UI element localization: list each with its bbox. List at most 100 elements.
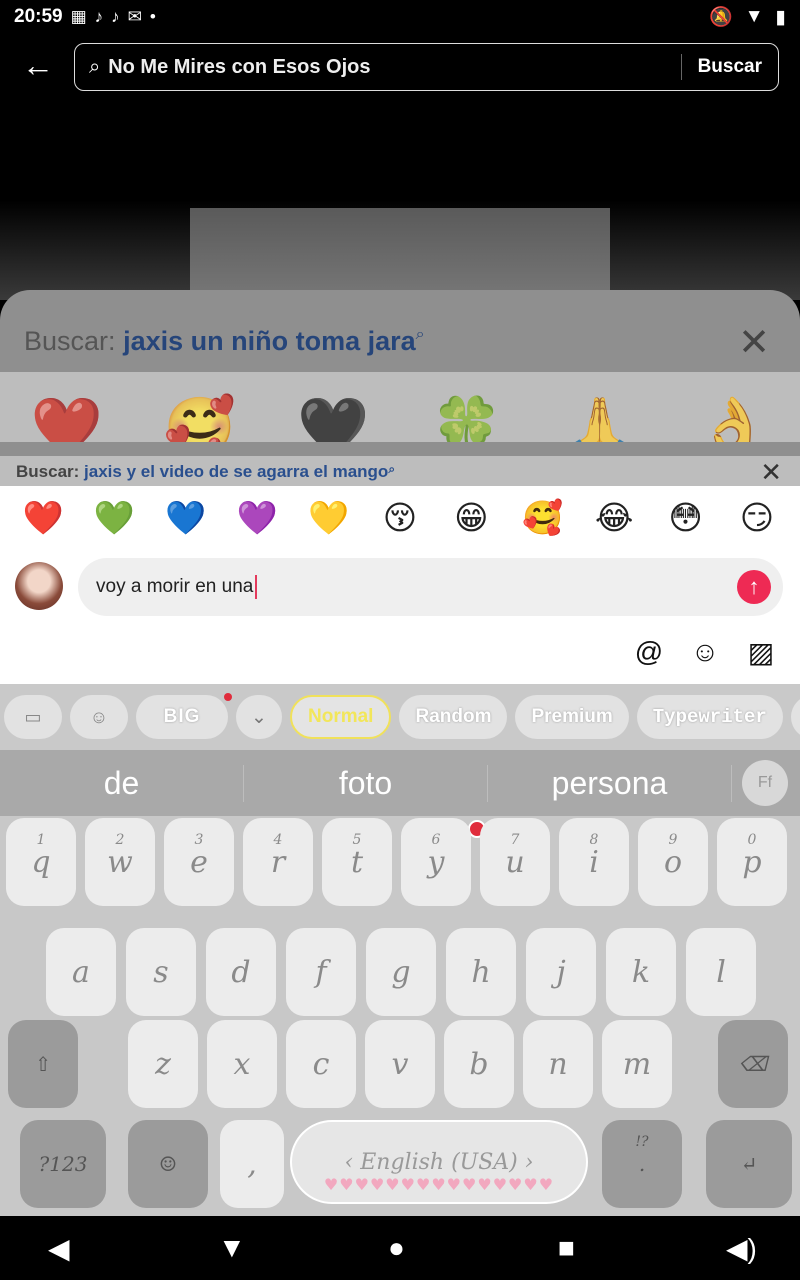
key-e[interactable]: 3e [164,818,234,906]
emoji-smiling-hearts[interactable]: 🥰 [510,498,576,538]
key-number: 8 [589,832,599,848]
hearts-decoration: ♥♥♥♥♥♥♥♥♥♥♥♥♥♥♥ [323,1175,555,1194]
key-c[interactable]: c [286,1020,356,1108]
key-number: 5 [352,832,362,848]
key-x[interactable]: x [207,1020,277,1108]
key-z[interactable]: z [128,1020,198,1108]
key-v[interactable]: v [365,1020,435,1108]
punctuation-key[interactable]: !?. [602,1120,682,1208]
composer-tools: @ ☺ ▨ [632,636,778,669]
big-font-button[interactable]: BIG [136,693,232,739]
ghost-search-query: jaxis un niño toma jara [123,326,416,356]
search-suggestion-label: Buscar: [16,462,80,481]
key-y[interactable]: 6y [401,818,471,906]
key-i[interactable]: 8i [559,818,629,906]
symbols-key[interactable]: ?123 [20,1120,106,1208]
space-key[interactable]: ‹ English (USA) › ♥♥♥♥♥♥♥♥♥♥♥♥♥♥♥ [290,1120,588,1204]
key-o[interactable]: 9o [638,818,708,906]
comment-input[interactable]: voy a morir en una ↑ [78,558,783,616]
close-suggestion-button[interactable]: ✕ [760,457,782,488]
key-u[interactable]: 7u [480,818,550,906]
suggestion-word[interactable]: de [0,764,244,802]
key-letter: t [350,844,364,880]
search-suggestion-query[interactable]: jaxis y el video de se agarra el mango [84,462,388,481]
search-suggestion[interactable]: Buscar: jaxis y el video de se agarra el… [16,462,395,482]
shift-key[interactable]: ⇧ [8,1020,78,1108]
key-d[interactable]: d [206,928,276,1016]
key-number: 4 [273,832,283,848]
search-suggestion-row[interactable]: Buscar: jaxis y el video de se agarra el… [0,456,800,488]
search-icon: ⌕ [388,462,396,476]
mention-icon[interactable]: @ [632,636,666,669]
wifi-icon: ▼ [744,6,764,27]
emoji-grin[interactable]: 😁 [438,498,504,538]
back-triangle-icon[interactable]: ▼ [218,1232,246,1264]
ghost-emoji: ❤️ [30,395,103,442]
key-a[interactable]: a [46,928,116,1016]
volume-up-icon[interactable]: ◀) [726,1232,757,1265]
volume-down-icon[interactable]: ◀ [48,1232,70,1265]
divider [680,54,682,80]
ghost-emoji: 🖤 [297,395,370,442]
comma-key[interactable]: , [220,1120,284,1208]
font-style-more[interactable]: B [790,695,800,739]
ghost-emoji: 🙏 [563,395,637,442]
emoji-picker-icon[interactable]: ☺ [688,636,722,669]
key-h[interactable]: h [446,928,516,1016]
key-t[interactable]: 5t [322,818,392,906]
key-number: 3 [194,832,204,848]
key-l[interactable]: l [686,928,756,1016]
image-picker-icon[interactable]: ▨ [744,636,778,669]
key-b[interactable]: b [444,1020,514,1108]
comment-text: voy a morir en una [96,576,254,597]
emoji-blue-heart[interactable]: 💙 [153,498,219,538]
key-f[interactable]: f [286,928,356,1016]
search-icon: ⌕ [89,55,101,78]
ghost-close-icon: ✕ [738,322,770,364]
font-style-premium[interactable]: Premium [515,695,629,739]
font-style-typewriter[interactable]: Typewriter [636,695,783,739]
chevron-down-icon[interactable]: ⌄ [236,695,282,739]
key-k[interactable]: k [606,928,676,1016]
sticker-button[interactable]: ☺ [70,695,128,739]
key-j[interactable]: j [526,928,596,1016]
tiktok-icon: ♪ [111,7,120,26]
search-box[interactable]: ⌕ No Me Mires con Esos Ojos Buscar [74,43,779,91]
ghost-emoji: 🍀 [430,395,503,442]
search-query[interactable]: No Me Mires con Esos Ojos [108,56,680,79]
emoji-key[interactable]: ☺ [128,1120,208,1208]
font-style-random[interactable]: Random [399,695,508,739]
emoji-joy[interactable]: 😂 [581,498,647,538]
home-circle-icon[interactable]: ● [388,1232,405,1264]
key-g[interactable]: g [366,928,436,1016]
key-number: 9 [668,832,678,848]
top-search-bar: ← ⌕ No Me Mires con Esos Ojos Buscar [0,40,800,96]
status-right: 🔕 ▼ ▮ [709,5,786,29]
key-w[interactable]: 2w [85,818,155,906]
key-p[interactable]: 0p [717,818,787,906]
emoji-red-heart[interactable]: ❤️ [10,498,76,538]
key-q[interactable]: 1q [6,818,76,906]
key-r[interactable]: 4r [243,818,313,906]
key-m[interactable]: m [602,1020,672,1108]
emoji-green-heart[interactable]: 💚 [81,498,147,538]
key-letter: q [31,844,51,880]
backspace-key[interactable]: ⌫ [718,1020,788,1108]
emoji-kissing[interactable]: 😚 [367,498,433,538]
suggestion-word[interactable]: persona [488,764,732,802]
key-n[interactable]: n [523,1020,593,1108]
suggestion-word[interactable]: foto [244,764,488,802]
art-font-button[interactable]: ▭ [4,695,62,739]
emoji-yellow-heart[interactable]: 💛 [296,498,362,538]
enter-key[interactable]: ↵ [706,1120,792,1208]
key-s[interactable]: s [126,928,196,1016]
recents-square-icon[interactable]: ■ [558,1232,575,1264]
emoji-smirk[interactable]: 😏 [724,498,790,538]
send-button[interactable]: ↑ [737,570,771,604]
font-switch-icon[interactable]: Ff [742,760,788,806]
font-style-normal[interactable]: Normal [290,695,392,739]
back-arrow-icon[interactable]: ← [22,49,56,84]
search-button[interactable]: Buscar [698,56,762,78]
emoji-flushed[interactable]: 😳 [653,498,719,538]
emoji-purple-heart[interactable]: 💜 [224,498,290,538]
